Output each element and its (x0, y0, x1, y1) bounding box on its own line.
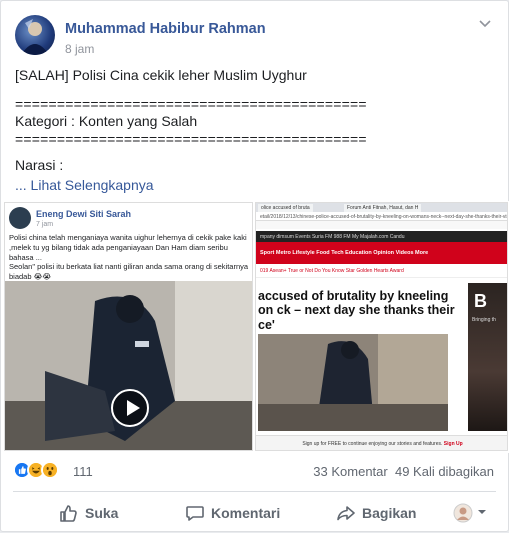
signup-text: Sign up for FREE to continue enjoying ou… (302, 441, 443, 447)
like-button[interactable]: Suka (59, 493, 149, 533)
comment-label: Komentari (211, 505, 281, 521)
site-mainnav: Sport Metro Lifestyle Food Tech Educatio… (256, 242, 507, 264)
separator-line: ========================================… (15, 131, 367, 147)
share-label: Bagikan (362, 505, 417, 521)
embedded-text-1: Polisi china telah menganiaya wanita uig… (9, 233, 247, 262)
action-bar: Suka Komentari Bagikan (1, 493, 509, 533)
article-image (258, 334, 448, 431)
narasi-label: Narasi : (15, 157, 64, 173)
comment-button[interactable]: Komentari (185, 493, 295, 533)
play-icon (111, 389, 149, 427)
post-title-line: [SALAH] Polisi Cina cekik leher Muslim U… (15, 67, 307, 83)
like-label: Suka (85, 505, 119, 521)
site-topnav: mpany dimsum Events Suria FM 988 FM My M… (256, 231, 507, 242)
embedded-avatar (9, 207, 31, 229)
signup-bar: Sign up for FREE to continue enjoying ou… (256, 435, 507, 450)
share-icon (337, 506, 355, 521)
embedded-author: Eneng Dewi Siti Sarah (36, 209, 132, 219)
comment-icon (186, 506, 204, 521)
left-screenshot[interactable]: Eneng Dewi Siti Sarah 7 jam Polisi china… (4, 202, 253, 451)
author-name[interactable]: Muhammad Habibur Rahman (65, 21, 266, 37)
caret-down-icon (478, 510, 486, 514)
chevron-down-icon[interactable] (478, 17, 492, 31)
browser-tab: olice accused of bruta (258, 204, 313, 212)
react-as-selector[interactable] (453, 493, 498, 533)
post-header: Muhammad Habibur Rahman 8 jam (15, 15, 494, 59)
share-button[interactable]: Bagikan (336, 493, 426, 533)
embedded-time: 7 jam (36, 221, 54, 228)
advert-text: Bringing th (472, 317, 496, 323)
advert-letter: B (474, 291, 487, 311)
browser-tabs: olice accused of bruta Forum Anti Fitnah… (256, 203, 507, 212)
divider (13, 491, 496, 492)
side-advert: B Bringing th (468, 283, 507, 431)
browser-tab: Forum Anti Fitnah, Hasut, dan H (344, 204, 422, 212)
profile-avatar-icon (453, 503, 473, 523)
post-stats: 111 33 Komentar 49 Kali dibagikan (13, 461, 494, 483)
signup-link: Sign Up (443, 441, 463, 447)
author-avatar[interactable] (15, 15, 55, 55)
article-headline: accused of brutality by kneeling on ck –… (258, 289, 455, 332)
post-card: Muhammad Habibur Rahman 8 jam [SALAH] Po… (0, 0, 509, 532)
category-line: Kategori : Konten yang Salah (15, 113, 198, 129)
embedded-text-2: Seolan" polisi itu berkata liat nanti gi… (9, 262, 249, 281)
site-subnav: 019 Asean+ True or Not Do You Know Star … (256, 264, 507, 278)
wow-reaction-icon (41, 461, 59, 479)
post-timestamp[interactable]: 8 jam (65, 42, 94, 56)
bookmarks-bar (256, 221, 507, 229)
right-screenshot[interactable]: olice accused of bruta Forum Anti Fitnah… (255, 202, 508, 451)
thumbs-up-icon (60, 505, 77, 522)
embedded-video (5, 281, 252, 450)
browser-url: etail/2018/12/13/chinese-police-accused-… (256, 212, 507, 221)
comment-count[interactable]: 33 Komentar (313, 464, 387, 479)
reaction-count[interactable]: 111 (73, 464, 93, 479)
share-count[interactable]: 49 Kali dibagikan (395, 464, 494, 479)
comment-share-counts: 33 Komentar 49 Kali dibagikan (313, 464, 494, 479)
separator-line: ========================================… (15, 96, 367, 112)
see-more-link[interactable]: ... Lihat Selengkapnya (15, 177, 154, 193)
embedded-text: Polisi china telah menganiaya wanita uig… (9, 233, 249, 282)
